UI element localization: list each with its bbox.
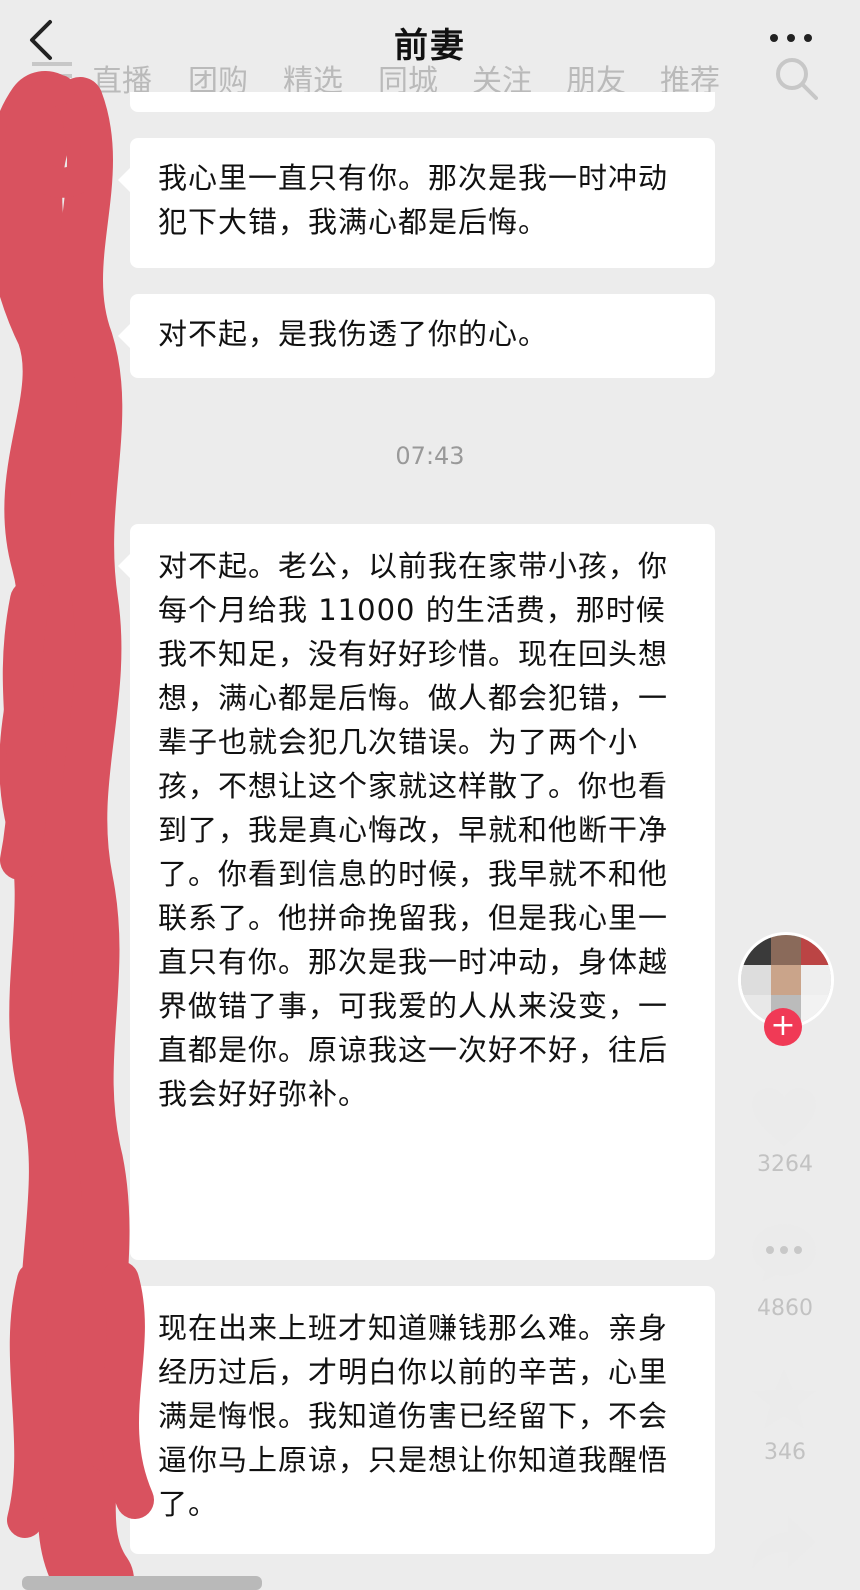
- message-bubble: 对不起，是我伤透了你的心。: [118, 294, 715, 378]
- message-bubble: 我心里一直只有你。那次是我一时冲动犯下大错，我满心都是后悔。: [118, 138, 715, 268]
- chat-screen: 前妻 直播 团购 精选 同城 关注 朋友 推荐 我心里一直只有你。那次是我一时冲…: [0, 0, 860, 1590]
- message-bubble: 对不起。老公，以前我在家带小孩，你每个月给我 11000 的生活费，那时候我不知…: [118, 524, 715, 1260]
- previous-message-bubble: [130, 92, 715, 112]
- favorite-star-icon[interactable]: [748, 1364, 820, 1436]
- video-action-rail: + 3264 4860 346: [730, 920, 860, 1590]
- like-count: 3264: [757, 1152, 813, 1177]
- comment-icon[interactable]: [748, 1216, 820, 1288]
- bottom-scroll-handle: [22, 1576, 262, 1590]
- follow-button[interactable]: +: [764, 1008, 802, 1046]
- comment-count: 4860: [757, 1296, 813, 1321]
- more-options-icon[interactable]: [766, 28, 816, 48]
- search-icon[interactable]: [772, 54, 820, 102]
- favorite-count: 346: [764, 1440, 806, 1465]
- message-bubble: 现在出来上班才知道赚钱那么难。亲身经历过后，才明白你以前的辛苦，心里满是悔恨。我…: [118, 1286, 715, 1554]
- share-arrow-icon[interactable]: [748, 1506, 820, 1578]
- like-heart-icon[interactable]: [748, 1082, 820, 1154]
- menu-icon[interactable]: [30, 58, 74, 94]
- message-timestamp: 07:43: [395, 442, 465, 470]
